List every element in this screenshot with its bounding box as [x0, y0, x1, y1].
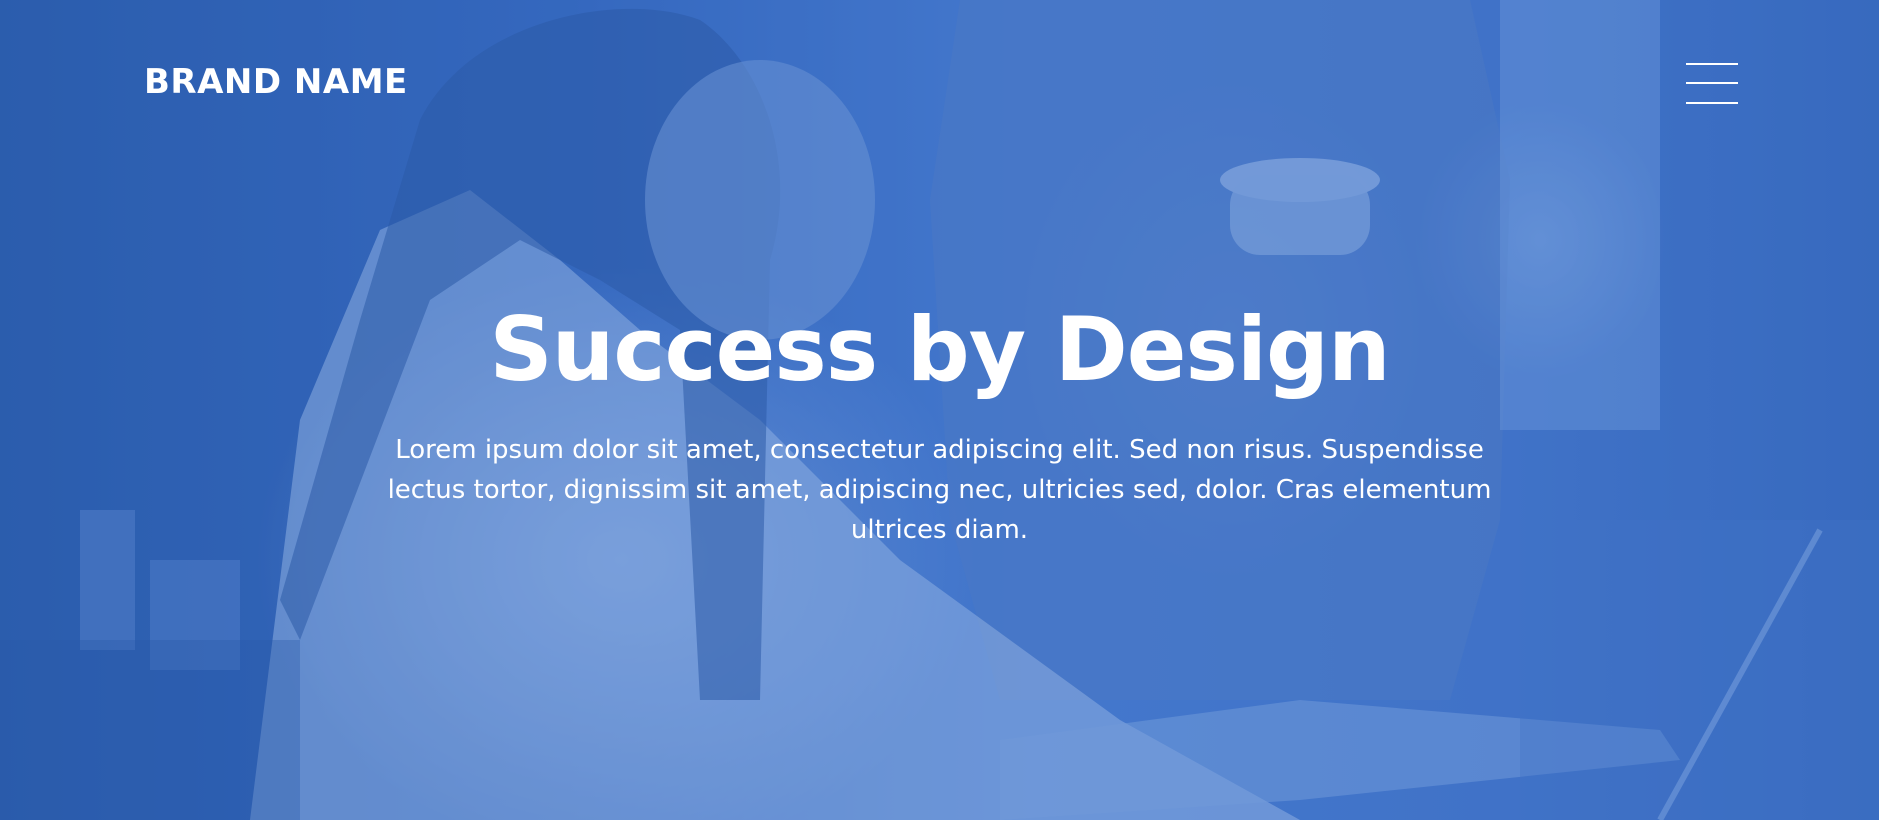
hero-description: Lorem ipsum dolor sit amet, consectetur … [387, 435, 1492, 545]
menu-line [1686, 63, 1738, 65]
hero-section: BRAND NAME Success by Design Lorem ipsum… [0, 0, 1879, 820]
hero-content: Success by Design Lorem ipsum dolor sit … [0, 290, 1879, 550]
navbar: BRAND NAME [0, 0, 1879, 170]
menu-line [1686, 102, 1738, 104]
brand-logo-link[interactable]: BRAND NAME [144, 62, 408, 102]
hero-headline: Success by Design [489, 298, 1390, 401]
menu-line [1686, 82, 1738, 84]
hamburger-menu-icon[interactable] [1684, 60, 1740, 108]
